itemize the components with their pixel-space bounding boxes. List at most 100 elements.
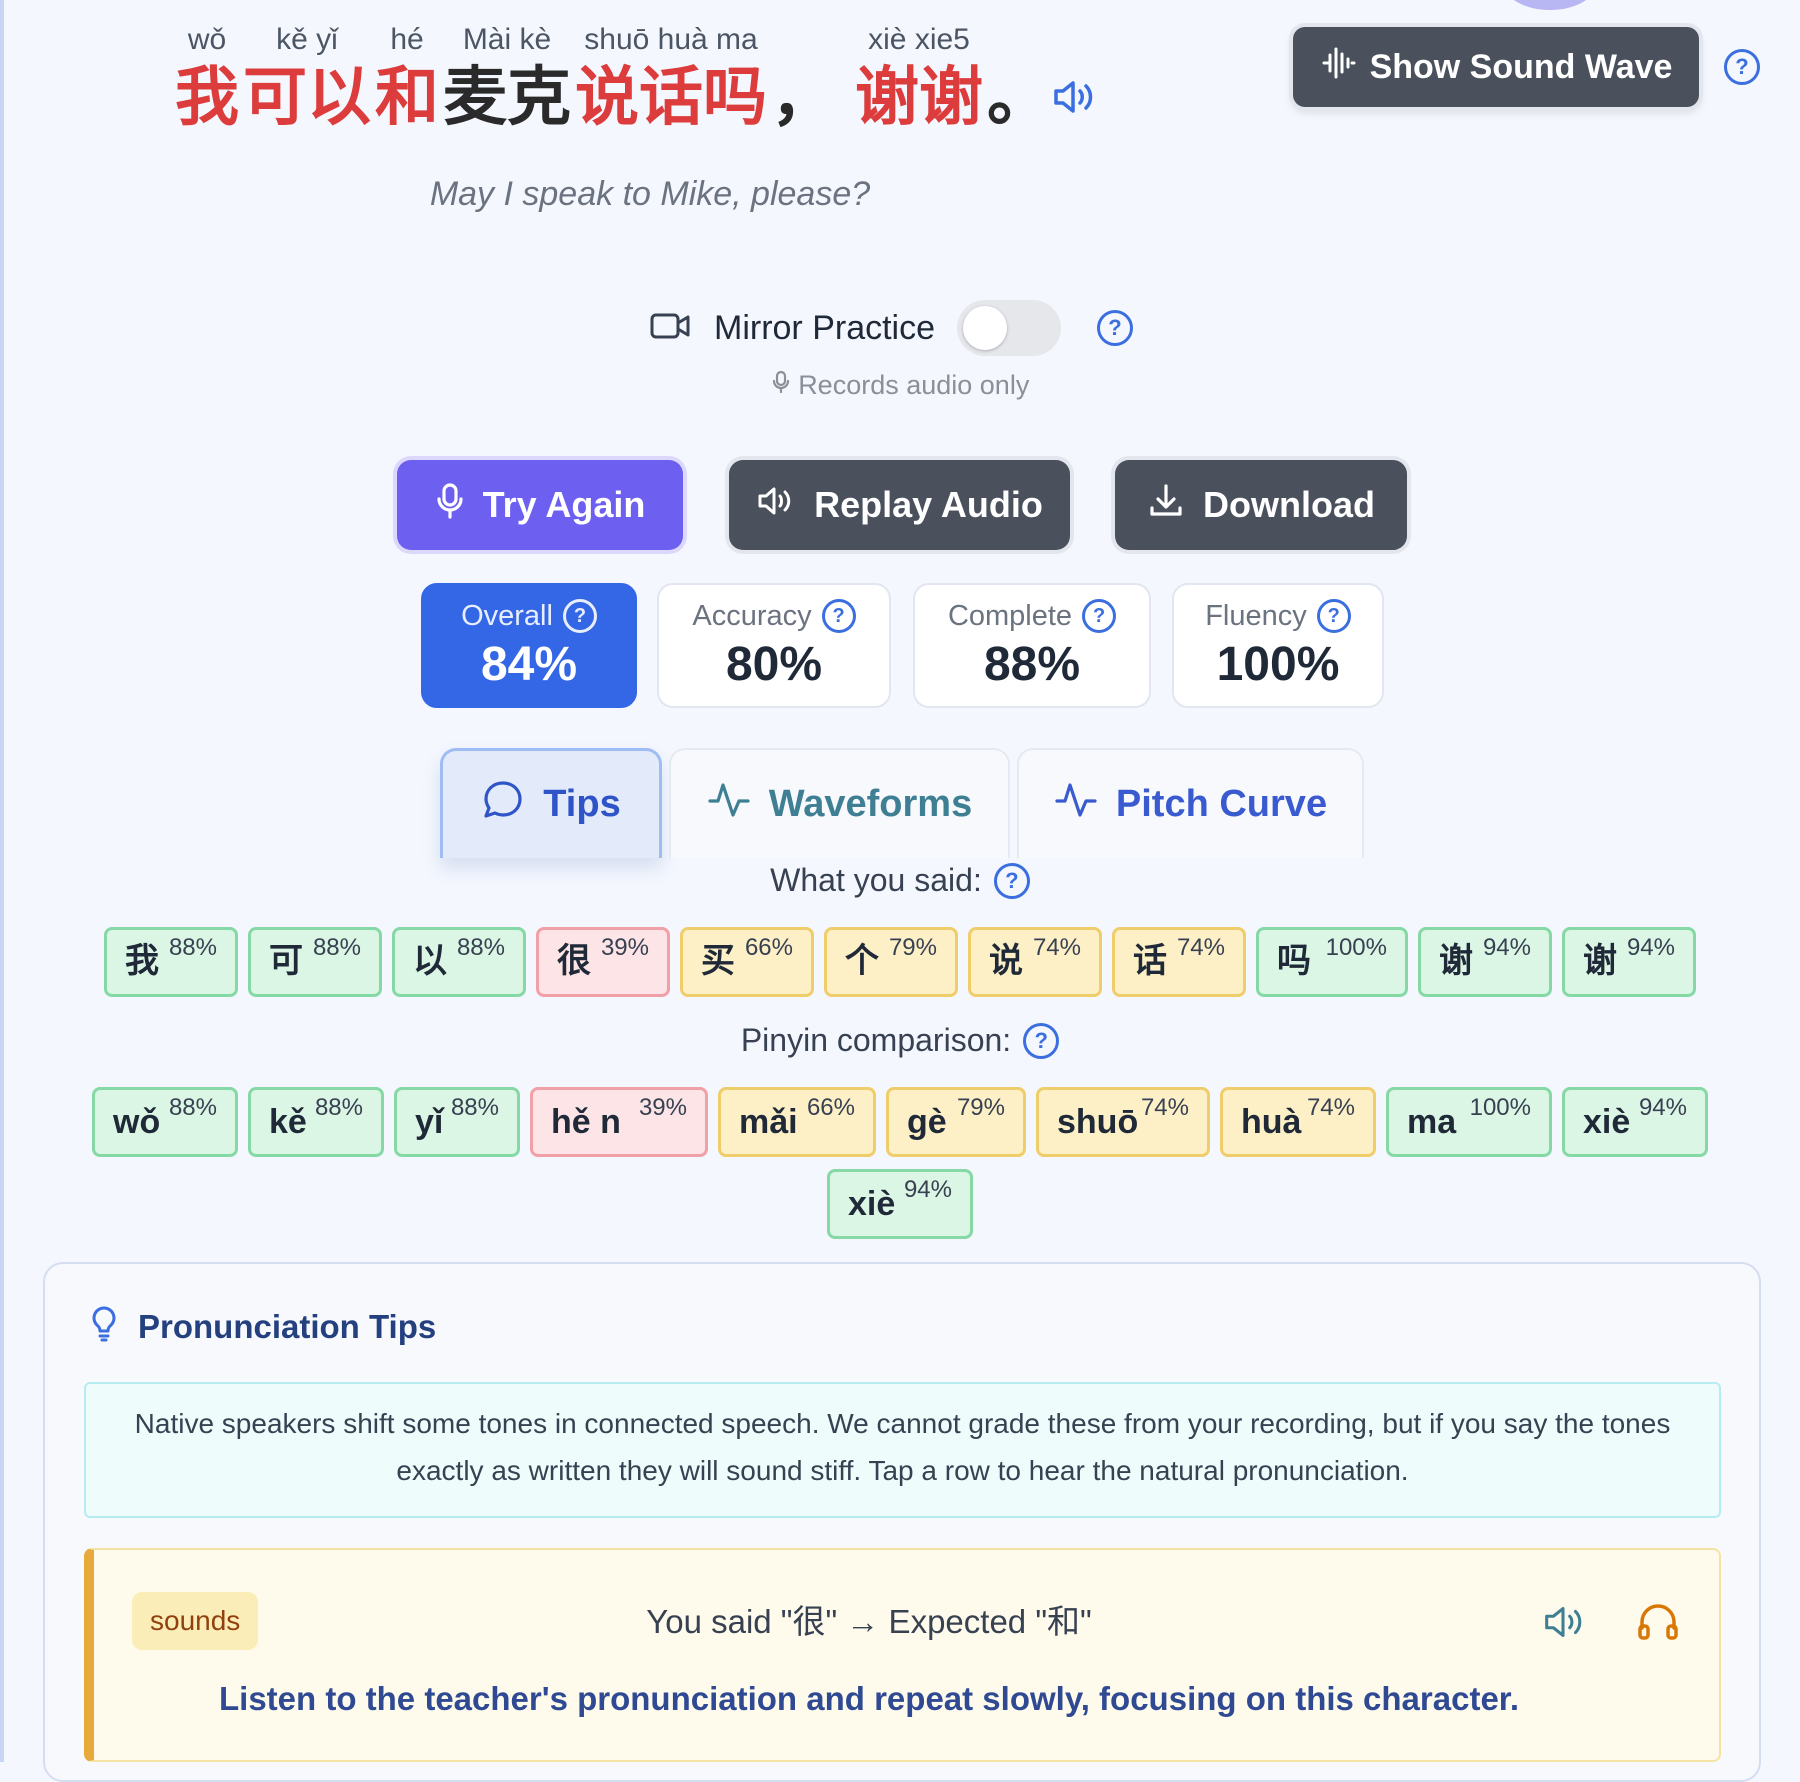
speaker-icon[interactable] <box>1048 72 1098 122</box>
said-chip-row: 我 88% 可 88% 以 88% 很 39% 买 66% 个 79% 说 74% 话 74% … <box>0 927 1800 997</box>
tab-waveforms[interactable]: Waveforms <box>669 748 1010 858</box>
character-chip[interactable]: 买 66% <box>680 927 814 997</box>
mirror-practice-row: Mirror Practice ? <box>650 300 1134 356</box>
token-hanzi: 谢谢 <box>855 61 983 135</box>
sentence-token: 。 <box>987 20 1051 136</box>
help-icon[interactable]: ? <box>562 599 597 633</box>
replay-audio-button[interactable]: Replay Audio <box>729 460 1070 550</box>
sentence-token: Mài kè 麦克 <box>443 20 571 136</box>
tab-tips[interactable]: Tips <box>440 748 662 858</box>
pinyin-chip[interactable]: xiè 94% <box>1562 1087 1708 1157</box>
accuracy-score-card: Accuracy? 80% <box>657 583 891 708</box>
character-chip[interactable]: 吗 100% <box>1256 927 1408 997</box>
tone-sandhi-info: Native speakers shift some tones in conn… <box>84 1382 1721 1518</box>
sentence-token: ， <box>771 20 835 136</box>
character-chip[interactable]: 很 39% <box>536 927 670 997</box>
help-icon[interactable]: ? <box>1082 599 1117 633</box>
tab-tips-label: Tips <box>543 783 621 825</box>
pinyin-chip[interactable]: xiè 94% <box>827 1169 973 1239</box>
chat-bubble-icon <box>481 778 525 832</box>
token-pinyin: Mài kè <box>462 23 552 56</box>
chip-text: 话 <box>1133 942 1167 980</box>
lightbulb-icon <box>90 1305 118 1348</box>
pronunciation-tips-title: Pronunciation Tips <box>138 1307 437 1345</box>
show-sound-wave-label: Show Sound Wave <box>1369 47 1673 86</box>
character-chip[interactable]: 以 88% <box>392 927 526 997</box>
microphone-icon <box>771 370 799 400</box>
overall-score-label: Overall <box>461 599 553 632</box>
target-sentence: wǒ 我 kě yǐ 可以 hé 和 Mài kè 麦克 shuō huà ma 说话吗 … <box>175 20 1055 136</box>
chip-percent: 39% <box>638 1094 687 1121</box>
download-icon <box>1147 482 1185 529</box>
pinyin-chip[interactable]: kě 88% <box>248 1087 384 1157</box>
pinyin-chip[interactable]: huà 74% <box>1220 1087 1376 1157</box>
pronunciation-issue-card[interactable]: sounds You said "很" → Expected "和" Liste… <box>84 1548 1721 1762</box>
token-hanzi: 我 <box>175 61 239 135</box>
chip-text: kě <box>269 1103 307 1141</box>
chip-percent: 39% <box>600 934 649 961</box>
pinyin-chip[interactable]: ma 100% <box>1386 1087 1552 1157</box>
token-hanzi: 。 <box>987 61 1051 135</box>
download-button[interactable]: Download <box>1115 460 1407 550</box>
fluency-score-value: 100% <box>1216 638 1340 691</box>
character-chip[interactable]: 可 88% <box>248 927 382 997</box>
headphones-icon[interactable] <box>1634 1598 1682 1646</box>
character-chip[interactable]: 话 74% <box>1112 927 1246 997</box>
pinyin-comparison-header: Pinyin comparison: ? <box>0 1022 1800 1059</box>
toggle-knob <box>963 306 1008 350</box>
token-hanzi: 麦克 <box>443 61 571 135</box>
chip-percent: 88% <box>168 934 217 961</box>
chip-text: 以 <box>413 942 447 980</box>
pinyin-chip[interactable]: gè 79% <box>886 1087 1026 1157</box>
help-icon[interactable]: ? <box>1724 49 1760 85</box>
chip-text: 我 <box>125 942 159 980</box>
character-chip[interactable]: 谢 94% <box>1562 927 1696 997</box>
help-icon[interactable]: ? <box>821 599 856 633</box>
pinyin-chip[interactable]: shuō 74% <box>1036 1087 1210 1157</box>
character-chip[interactable]: 个 79% <box>824 927 958 997</box>
token-pinyin: kě yǐ <box>276 23 338 56</box>
chip-percent: 100% <box>1325 934 1387 961</box>
chip-percent: 79% <box>888 934 937 961</box>
pinyin-chip[interactable]: yǐ 88% <box>394 1087 520 1157</box>
chip-percent: 66% <box>744 934 793 961</box>
download-label: Download <box>1203 484 1375 525</box>
help-icon[interactable]: ? <box>1097 310 1134 346</box>
token-hanzi: 说话吗 <box>575 61 767 135</box>
chip-text: wǒ <box>113 1103 161 1141</box>
character-chip[interactable]: 说 74% <box>968 927 1102 997</box>
chip-text: hě n <box>551 1103 621 1141</box>
chip-text: 买 <box>701 942 735 980</box>
pinyin-chip[interactable]: hě n 39% <box>530 1087 708 1157</box>
floating-avatar-edge <box>1505 0 1595 10</box>
complete-score-value: 88% <box>983 638 1081 691</box>
pinyin-chip[interactable]: wǒ 88% <box>92 1087 238 1157</box>
help-icon[interactable]: ? <box>1316 599 1351 633</box>
tab-pitch-curve[interactable]: Pitch Curve <box>1017 748 1364 858</box>
show-sound-wave-button[interactable]: Show Sound Wave <box>1293 27 1699 107</box>
chip-text: 个 <box>845 942 879 980</box>
chip-text: huà <box>1241 1103 1302 1141</box>
complete-score-card: Complete? 88% <box>913 583 1151 708</box>
fluency-score-card: Fluency? 100% <box>1172 583 1384 708</box>
chip-text: gè <box>907 1103 947 1141</box>
video-camera-icon <box>650 311 692 346</box>
help-icon[interactable]: ? <box>1023 1022 1060 1059</box>
help-icon[interactable]: ? <box>993 862 1030 899</box>
try-again-button[interactable]: Try Again <box>397 460 683 550</box>
issue-comparison-text: You said "很" → Expected "和" <box>646 1603 1092 1640</box>
speaker-icon[interactable] <box>1539 1598 1587 1646</box>
overall-score-card: Overall? 84% <box>421 583 637 708</box>
sentence-token: kě yǐ 可以 <box>243 20 371 136</box>
mirror-practice-toggle[interactable] <box>957 300 1062 356</box>
what-you-said-header: What you said: ? <box>0 862 1800 899</box>
chip-percent: 94% <box>1638 1094 1687 1121</box>
pronunciation-tips-header: Pronunciation Tips <box>90 1305 436 1348</box>
tab-pitch-curve-label: Pitch Curve <box>1115 782 1328 825</box>
chip-percent: 88% <box>312 934 361 961</box>
pinyin-chip[interactable]: mǎi 66% <box>718 1087 876 1157</box>
token-pinyin: hé <box>390 23 424 56</box>
character-chip[interactable]: 谢 94% <box>1418 927 1552 997</box>
chip-text: 谢 <box>1439 942 1473 980</box>
character-chip[interactable]: 我 88% <box>104 927 238 997</box>
